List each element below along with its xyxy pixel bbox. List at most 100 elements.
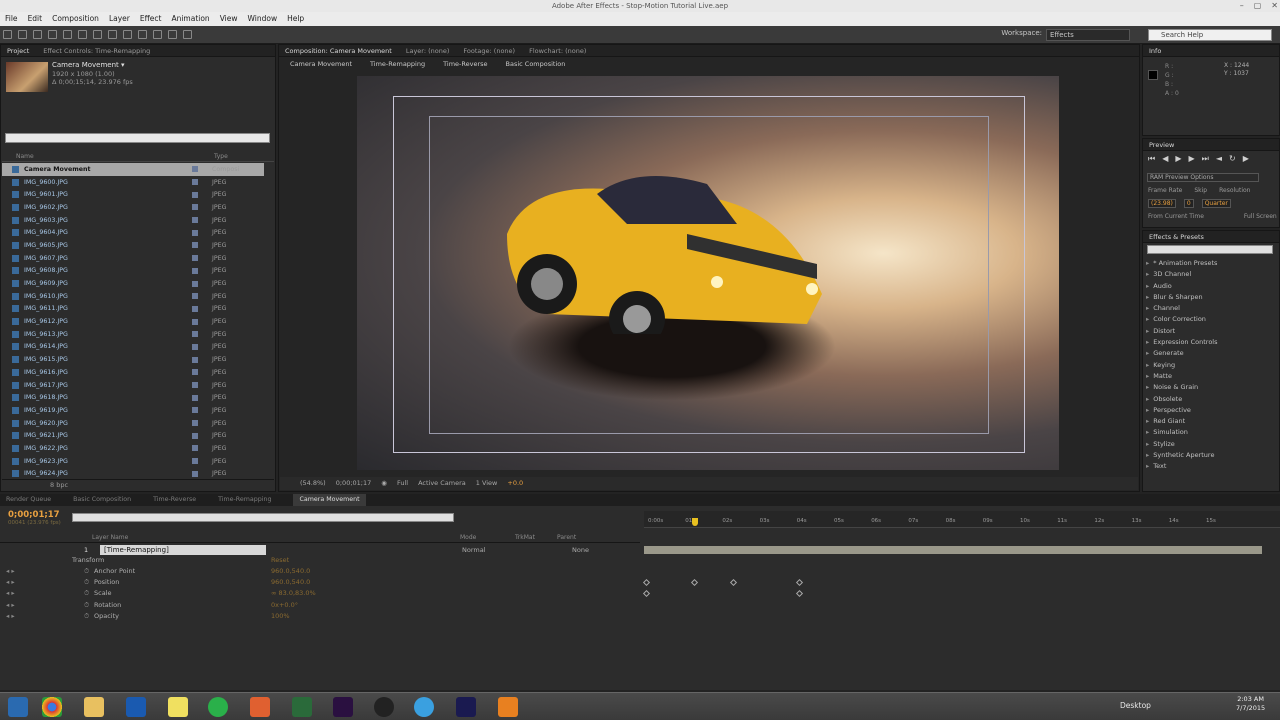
resolution-dropdown[interactable]: Full: [397, 477, 408, 490]
ram-preview-icon[interactable]: ▶: [1243, 154, 1249, 164]
premiere-icon[interactable]: [333, 697, 353, 717]
effects-category[interactable]: Matte: [1146, 371, 1274, 382]
label-color[interactable]: [192, 331, 198, 338]
label-color[interactable]: [192, 242, 198, 249]
effects-search-input[interactable]: [1147, 245, 1273, 254]
tab-effect-controls[interactable]: Effect Controls: Time-Remapping: [43, 45, 150, 56]
breadcrumb-time-remapping[interactable]: Time-Remapping: [370, 60, 425, 71]
play-icon[interactable]: ▶: [1175, 154, 1181, 164]
project-list-item[interactable]: IMG_9617.JPG JPEG: [2, 379, 264, 392]
breadcrumb-basic-composition[interactable]: Basic Composition: [506, 60, 566, 71]
obs-icon[interactable]: [374, 697, 394, 717]
clone-tool-icon[interactable]: [153, 30, 162, 39]
system-clock[interactable]: 2:03 AM 7/7/2015: [1236, 695, 1265, 713]
views-dropdown[interactable]: 1 View: [476, 477, 498, 490]
current-time[interactable]: 0;00;01;17: [336, 477, 372, 490]
effects-category[interactable]: Expression Controls: [1146, 337, 1274, 348]
label-color[interactable]: [192, 267, 198, 274]
ram-preview-options[interactable]: RAM Preview Options: [1147, 173, 1259, 182]
after-effects-icon[interactable]: [456, 697, 476, 717]
effects-category[interactable]: Simulation: [1146, 427, 1274, 438]
from-current-time-checkbox[interactable]: From Current Time: [1148, 213, 1204, 220]
effects-category[interactable]: Stylize: [1146, 439, 1274, 450]
zoom-level[interactable]: (54.8%): [300, 477, 326, 490]
minimize-icon[interactable]: –: [1240, 0, 1244, 12]
label-color[interactable]: [192, 318, 198, 325]
pen-tool-icon[interactable]: [108, 30, 117, 39]
label-color[interactable]: [192, 280, 198, 287]
effects-category[interactable]: Synthetic Aperture: [1146, 450, 1274, 461]
label-color[interactable]: [192, 204, 198, 211]
label-color[interactable]: [192, 369, 198, 376]
property-value[interactable]: ∞ 83.0,83.0%: [271, 589, 316, 597]
tab-preview[interactable]: Preview: [1149, 139, 1174, 150]
first-frame-icon[interactable]: ⏮: [1148, 154, 1155, 164]
layer-name[interactable]: [Time-Remapping]: [100, 545, 266, 555]
transform-property[interactable]: ◂ ▸ ⏱ Position 960.0,540.0: [0, 578, 640, 589]
close-icon[interactable]: ✕: [1271, 0, 1278, 12]
workspace-dropdown[interactable]: Effects: [1046, 29, 1130, 41]
resolution-field[interactable]: Quarter: [1201, 199, 1231, 208]
project-list-item[interactable]: IMG_9618.JPG JPEG: [2, 391, 264, 404]
transform-property[interactable]: ◂ ▸ ⏱ Scale ∞ 83.0,83.0%: [0, 589, 640, 600]
effects-category[interactable]: Red Giant: [1146, 416, 1274, 427]
tab-time-remapping[interactable]: Time-Remapping: [218, 494, 271, 506]
menu-file[interactable]: File: [5, 12, 18, 26]
label-color[interactable]: [192, 293, 198, 300]
stopwatch-icon[interactable]: ⏱: [84, 567, 89, 576]
full-screen-checkbox[interactable]: Full Screen: [1244, 213, 1277, 220]
effects-category[interactable]: Distort: [1146, 326, 1274, 337]
layer-mode-dropdown[interactable]: Normal: [462, 546, 486, 554]
project-list-item[interactable]: IMG_9608.JPG JPEG: [2, 265, 264, 278]
frame-rate-field[interactable]: (23.98): [1148, 199, 1176, 208]
project-list-item[interactable]: IMG_9600.JPG JPEG: [2, 176, 264, 189]
hand-tool-icon[interactable]: [18, 30, 27, 39]
exposure-value[interactable]: +0.0: [507, 477, 523, 490]
breadcrumb-camera-movement[interactable]: Camera Movement: [290, 60, 352, 71]
menu-edit[interactable]: Edit: [28, 12, 43, 26]
project-item-name[interactable]: Camera Movement ▾: [52, 61, 125, 69]
selection-tool-icon[interactable]: [3, 30, 12, 39]
transform-group[interactable]: Transform Reset: [0, 556, 640, 567]
project-list-item[interactable]: IMG_9609.JPG JPEG: [2, 277, 264, 290]
stopwatch-icon[interactable]: ⏱: [84, 601, 89, 610]
transform-reset[interactable]: Reset: [271, 556, 289, 564]
project-list-item[interactable]: IMG_9603.JPG JPEG: [2, 214, 264, 227]
effects-category[interactable]: Color Correction: [1146, 314, 1274, 325]
audio-icon[interactable]: ◄: [1216, 154, 1222, 164]
effects-category[interactable]: * Animation Presets: [1146, 258, 1274, 269]
transform-property[interactable]: ◂ ▸ ⏱ Rotation 0x+0.0°: [0, 601, 640, 612]
project-list-item[interactable]: IMG_9605.JPG JPEG: [2, 239, 264, 252]
label-color[interactable]: [192, 255, 198, 262]
current-time-indicator[interactable]: [692, 518, 698, 526]
maximize-icon[interactable]: ▢: [1254, 0, 1262, 12]
project-search-input[interactable]: [5, 133, 270, 143]
label-color[interactable]: [192, 191, 198, 198]
transform-property[interactable]: ◂ ▸ ⏱ Opacity 100%: [0, 612, 640, 623]
property-value[interactable]: 0x+0.0°: [271, 601, 298, 609]
project-list-item[interactable]: IMG_9607.JPG JPEG: [2, 252, 264, 265]
label-color[interactable]: [192, 445, 198, 452]
menu-effect[interactable]: Effect: [140, 12, 162, 26]
effects-category[interactable]: Audio: [1146, 281, 1274, 292]
label-color[interactable]: [192, 217, 198, 224]
tab-basic-composition[interactable]: Basic Composition: [73, 494, 131, 506]
spotify-icon[interactable]: [208, 697, 228, 717]
property-value[interactable]: 960.0,540.0: [271, 567, 310, 575]
tab-project[interactable]: Project: [7, 45, 29, 56]
label-color[interactable]: [192, 166, 198, 173]
timeline-timecode[interactable]: 0;00;01;17: [8, 510, 60, 520]
layer-duration-bar[interactable]: [644, 546, 1262, 554]
label-color[interactable]: [192, 179, 198, 186]
tab-layer[interactable]: Layer: (none): [406, 45, 450, 56]
puppet-tool-icon[interactable]: [183, 30, 192, 39]
column-parent[interactable]: Parent: [557, 534, 576, 541]
project-list-item[interactable]: IMG_9601.JPG JPEG: [2, 188, 264, 201]
mask-tool-icon[interactable]: [93, 30, 102, 39]
stopwatch-icon[interactable]: ⏱: [84, 578, 89, 587]
next-frame-icon[interactable]: ▶: [1189, 154, 1195, 164]
column-mode[interactable]: Mode: [460, 534, 476, 541]
start-icon[interactable]: [8, 697, 28, 717]
project-list-item[interactable]: IMG_9622.JPG JPEG: [2, 442, 264, 455]
sticky-notes-icon[interactable]: [168, 697, 188, 717]
